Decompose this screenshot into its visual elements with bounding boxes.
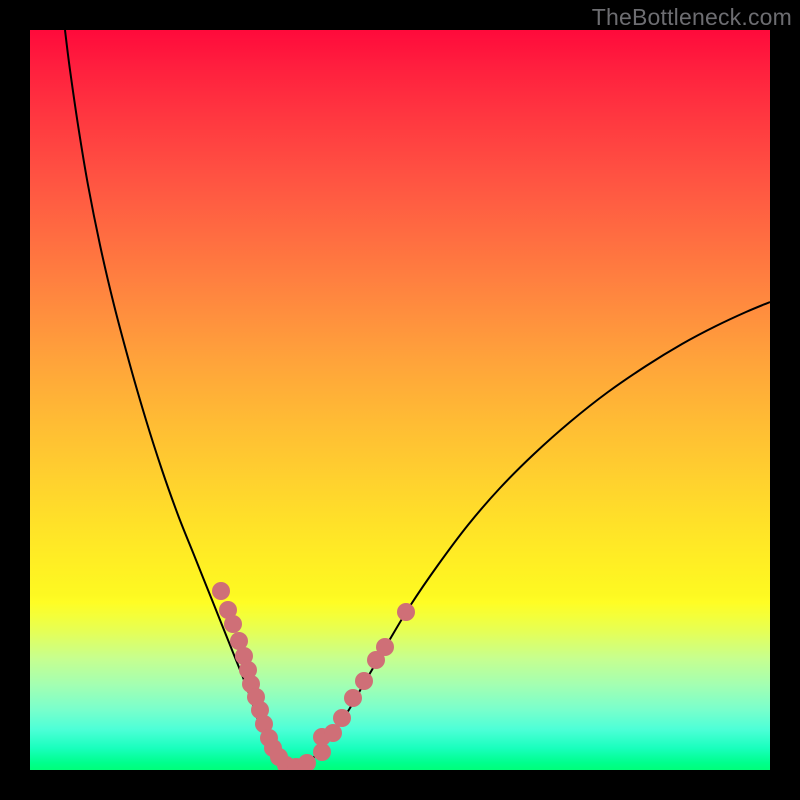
data-dot — [344, 689, 362, 707]
data-dot — [355, 672, 373, 690]
watermark-text: TheBottleneck.com — [592, 4, 792, 31]
data-dot — [333, 709, 351, 727]
data-dot — [376, 638, 394, 656]
chart-container: TheBottleneck.com — [0, 0, 800, 800]
data-dot — [324, 724, 342, 742]
data-dot — [397, 603, 415, 621]
bottleneck-curve — [65, 30, 770, 764]
data-dots — [212, 582, 415, 770]
data-dot — [212, 582, 230, 600]
plot-area — [30, 30, 770, 770]
data-dot — [224, 615, 242, 633]
chart-overlay — [30, 30, 770, 770]
